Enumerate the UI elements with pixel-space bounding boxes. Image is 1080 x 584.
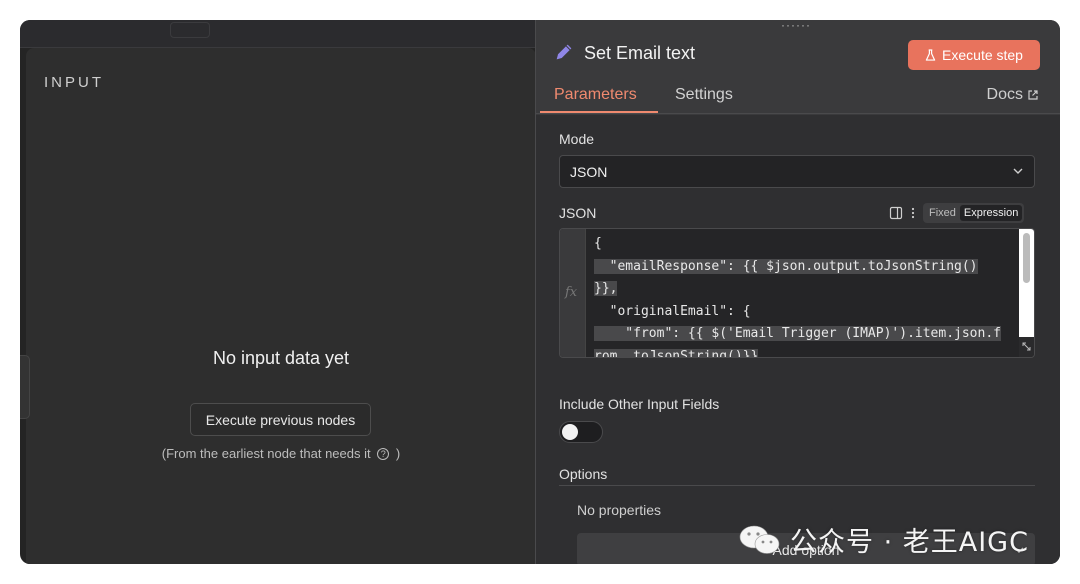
split-panel-icon[interactable]	[889, 206, 903, 220]
code-line-highlight: "emailResponse": {{ $json.output.toJsonS…	[594, 258, 978, 274]
include-other-fields-label: Include Other Input Fields	[559, 396, 720, 412]
mode-select[interactable]: JSON	[559, 155, 1035, 188]
code-line-highlight: "from": {{ $('Email Trigger (IMAP)').ite…	[594, 326, 1001, 341]
tab-parameters[interactable]: Parameters	[554, 86, 637, 104]
include-other-fields-toggle[interactable]	[559, 421, 603, 443]
mode-label: Mode	[559, 131, 595, 147]
mode-expression-option[interactable]: Expression	[959, 205, 1023, 221]
code-line: {	[594, 236, 602, 251]
code-line: "from": {{ $('Email Trigger (IMAP)').ite…	[594, 323, 1018, 346]
docs-link[interactable]: Docs	[987, 86, 1039, 104]
tab-settings[interactable]: Settings	[675, 86, 733, 104]
options-label: Options	[559, 466, 608, 482]
node-settings-panel: ······ Set Email text Execute step Param…	[535, 20, 1060, 564]
input-panel: INPUT No input data yet Execute previous…	[26, 48, 536, 564]
watermark: 公众号 · 老王AIGC	[738, 520, 1029, 559]
pencil-icon	[556, 44, 572, 60]
resize-icon	[1022, 342, 1031, 351]
parameters-body: Mode JSON JSON Fixed Expression fx {"em…	[536, 115, 1060, 564]
panel-tabs: Parameters Settings Docs	[536, 82, 1060, 114]
code-line-highlight: rom..toJsonString()}}	[594, 348, 759, 357]
earliest-node-hint: (From the earliest node that needs it ? …	[26, 446, 536, 461]
node-title[interactable]: Set Email text	[584, 43, 695, 64]
fixed-expression-toggle: Fixed Expression	[923, 203, 1025, 223]
chevron-down-icon	[1013, 168, 1023, 174]
editor-scrollbar-track[interactable]	[1019, 229, 1034, 337]
code-line-highlight: }},	[594, 281, 618, 296]
active-tab-indicator	[540, 111, 658, 113]
watermark-text: 公众号 · 老王AIGC	[790, 527, 1029, 558]
canvas-header-strip	[20, 20, 540, 48]
code-line: "emailResponse": {{ $json.output.toJsonS…	[594, 256, 1018, 279]
code-line: }},	[594, 278, 1018, 301]
expression-gutter: fx	[560, 229, 586, 357]
expand-editor-icon[interactable]	[1019, 337, 1034, 357]
app-window: INPUT No input data yet Execute previous…	[20, 20, 1060, 564]
panel-drag-handle[interactable]	[20, 355, 30, 419]
code-content[interactable]: { "emailResponse": {{ $json.output.toJso…	[594, 233, 1018, 357]
execute-previous-nodes-button[interactable]: Execute previous nodes	[190, 403, 371, 436]
json-field-tools: Fixed Expression	[889, 203, 1025, 223]
input-panel-title: INPUT	[44, 74, 104, 91]
hint-text: (From the earliest node that needs it	[161, 446, 371, 461]
mode-select-value: JSON	[570, 164, 608, 180]
docs-label: Docs	[986, 86, 1023, 103]
options-divider	[559, 485, 1035, 486]
empty-input-message: No input data yet	[212, 348, 350, 368]
execute-step-label: Execute step	[942, 47, 1023, 63]
json-label: JSON	[559, 205, 597, 221]
code-line: "originalEmail": {	[594, 303, 751, 319]
wechat-icon	[739, 525, 780, 554]
editor-scrollbar-thumb[interactable]	[1023, 233, 1030, 283]
more-vertical-icon[interactable]	[911, 207, 915, 219]
fx-icon: fx	[565, 285, 578, 300]
help-icon[interactable]: ?	[377, 448, 390, 460]
hint-close-paren: )	[395, 446, 401, 461]
external-link-icon	[1028, 90, 1038, 100]
toggle-knob	[562, 424, 578, 440]
json-expression-editor[interactable]: fx { "emailResponse": {{ $json.output.to…	[559, 228, 1035, 358]
execute-step-button[interactable]: Execute step	[908, 40, 1040, 70]
code-line: rom..toJsonString()}}	[594, 346, 1018, 357]
mode-fixed-option[interactable]: Fixed	[925, 205, 960, 221]
drag-dots-icon[interactable]: ······	[781, 20, 811, 32]
no-properties-text: No properties	[577, 502, 662, 518]
faint-toolbar-control	[170, 22, 210, 38]
flask-icon	[925, 48, 936, 61]
